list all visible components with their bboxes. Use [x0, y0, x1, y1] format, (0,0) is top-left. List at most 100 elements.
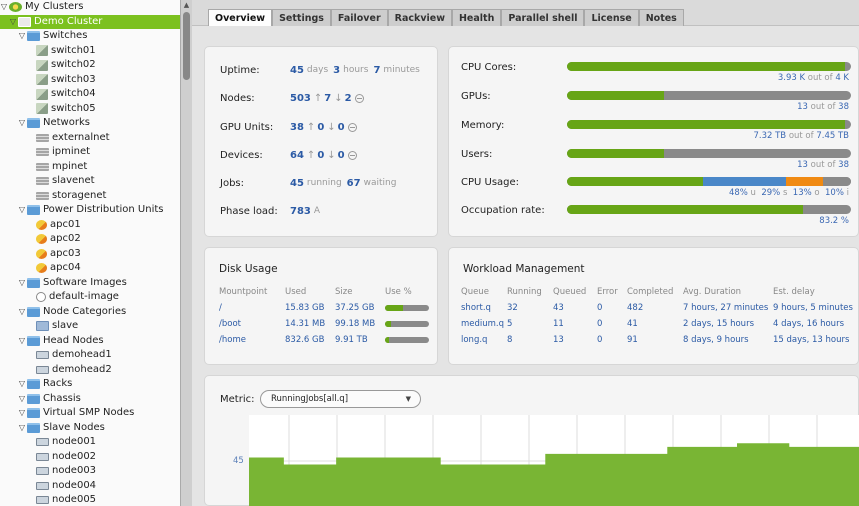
nodes-down[interactable]: 2: [345, 93, 352, 104]
tree-node-label: demohead2: [52, 363, 112, 375]
jobs-waiting[interactable]: 67: [347, 178, 361, 189]
expand-toggle-icon[interactable]: ▽: [18, 276, 26, 291]
table-row[interactable]: medium.q 5 11 0 41 2 days, 15 hours 4 days, 16…: [461, 316, 856, 332]
tree-node-slavenet[interactable]: ▽slavenet: [0, 174, 180, 189]
tree-node-demo-cluster[interactable]: ▽ Demo Cluster: [0, 14, 180, 30]
tree-node-switch05[interactable]: ▽switch05: [0, 102, 180, 117]
cpu-usage-label: CPU Usage:: [461, 177, 520, 188]
tree-node-apc04[interactable]: ▽apc04: [0, 261, 180, 276]
tree-node-switch04[interactable]: ▽switch04: [0, 87, 180, 102]
tree-node-switch01[interactable]: ▽switch01: [0, 44, 180, 59]
tree-node-virtual-smp-nodes[interactable]: ▽ Virtual SMP Nodes: [0, 406, 180, 421]
tab-health[interactable]: Health: [451, 9, 502, 26]
tree-node-switch03[interactable]: ▽switch03: [0, 73, 180, 88]
tree-node-my-clusters[interactable]: ▽ My Clusters: [0, 0, 180, 15]
tab-notes[interactable]: Notes: [638, 9, 684, 26]
expand-toggle-icon[interactable]: ▽: [18, 334, 26, 349]
up-arrow-icon: ↑: [313, 92, 323, 104]
tree-node-demohead2[interactable]: ▽demohead2: [0, 363, 180, 378]
tree-node-storagenet[interactable]: ▽storagenet: [0, 189, 180, 204]
tree-node-externalnet[interactable]: ▽externalnet: [0, 131, 180, 146]
scroll-thumb[interactable]: [183, 12, 190, 80]
tabs: Overview Settings Failover Rackview Health Pa…: [208, 9, 684, 26]
tree-node-apc03[interactable]: ▽apc03: [0, 247, 180, 262]
expand-toggle-icon[interactable]: ▽: [18, 29, 26, 44]
expand-toggle-icon[interactable]: ▽: [18, 377, 26, 392]
bar-fill: [567, 62, 846, 71]
table-row[interactable]: short.q 32 43 0 482 7 hours, 27 minutes 9 hour…: [461, 300, 856, 316]
tree-node-slave-nodes[interactable]: ▽ Slave Nodes: [0, 421, 180, 436]
table-row[interactable]: long.q 8 13 0 91 8 days, 9 hours 15 days, 13 h…: [461, 332, 856, 348]
cluster-tree[interactable]: ▽My Clusters▽Demo Cluster▽Switches▽switc…: [0, 0, 181, 506]
tab-parallel-shell[interactable]: Parallel shell: [501, 9, 585, 26]
tree-node-apc02[interactable]: ▽apc02: [0, 232, 180, 247]
scroll-up-icon[interactable]: ▲: [181, 0, 192, 10]
gpu-units-down[interactable]: 0: [338, 122, 345, 133]
tab-license[interactable]: License: [584, 9, 639, 26]
expand-toggle-icon[interactable]: ▽: [18, 305, 26, 320]
tree-node-power-distribution-units[interactable]: ▽ Power Distribution Units: [0, 203, 180, 218]
tree-node-demohead1[interactable]: ▽demohead1: [0, 348, 180, 363]
tree-node-head-nodes[interactable]: ▽ Head Nodes: [0, 334, 180, 349]
out-of-text: out of: [810, 160, 836, 170]
gpu-units-up[interactable]: 0: [317, 122, 324, 133]
tree-node-label: Networks: [43, 117, 90, 128]
disk-usage-cell: [385, 316, 429, 332]
nodes-up[interactable]: 7: [324, 93, 331, 104]
expand-toggle-icon[interactable]: ▽: [18, 406, 26, 421]
devices-total[interactable]: 64: [290, 150, 304, 161]
tab-failover[interactable]: Failover: [330, 9, 388, 26]
tree-node-chassis[interactable]: ▽ Chassis: [0, 392, 180, 407]
tree-node-label: Demo Cluster: [34, 15, 103, 27]
host-icon: [36, 481, 49, 490]
nodes-total[interactable]: 503: [290, 93, 311, 104]
expand-toggle-icon[interactable]: ▽: [18, 116, 26, 131]
tree-node-default-image[interactable]: ▽default-image: [0, 290, 180, 305]
expand-toggle-icon[interactable]: ▽: [18, 392, 26, 407]
gpu-units-total[interactable]: 38: [290, 122, 304, 133]
pdu-icon: [36, 263, 47, 274]
workload-cell: long.q: [461, 335, 488, 345]
workload-cell: 11: [553, 319, 564, 329]
tree-node-racks[interactable]: ▽ Racks: [0, 377, 180, 392]
tree-node-switch02[interactable]: ▽switch02: [0, 58, 180, 73]
tab-overview[interactable]: Overview: [208, 9, 273, 26]
tree-node-node001[interactable]: ▽node001: [0, 435, 180, 450]
tree-node-node-categories[interactable]: ▽ Node Categories: [0, 305, 180, 320]
expand-toggle-icon[interactable]: ▽: [18, 203, 26, 218]
tree-node-software-images[interactable]: ▽ Software Images: [0, 276, 180, 291]
jobs-running[interactable]: 45: [290, 178, 304, 189]
tree-node-node004[interactable]: ▽node004: [0, 479, 180, 494]
expand-toggle-icon[interactable]: ▽: [18, 421, 26, 436]
expand-toggle-icon[interactable]: ▽: [0, 0, 8, 15]
disk-used-cell: 15.83 GB: [285, 303, 325, 313]
metric-select[interactable]: RunningJobs[all.q] ▼: [260, 390, 421, 408]
cpu-idle-pct: 10%: [825, 188, 844, 198]
tree-scrollbar[interactable]: ▲: [180, 0, 192, 506]
tree-node-node005[interactable]: ▽node005: [0, 493, 180, 506]
tree-node-label: switch05: [51, 102, 96, 114]
folder-icon: [27, 118, 40, 129]
tree-node-apc01[interactable]: ▽apc01: [0, 218, 180, 233]
workload-column-header: Avg. Duration: [683, 287, 742, 297]
workload-cell: 7 hours, 27 minutes: [683, 303, 769, 313]
devices-up[interactable]: 0: [317, 150, 324, 161]
tree-node-slave[interactable]: ▽slave: [0, 319, 180, 334]
up-arrow-icon: ↑: [306, 121, 316, 133]
metric-label: Metric:: [220, 394, 255, 405]
tree-node-node003[interactable]: ▽node003: [0, 464, 180, 479]
expand-toggle-icon[interactable]: ▽: [9, 15, 17, 30]
workload-cell: 43: [553, 303, 564, 313]
down-arrow-icon: ↓: [327, 149, 336, 161]
workload-cell: 4 days, 16 hours: [773, 319, 844, 329]
tree-node-networks[interactable]: ▽ Networks: [0, 116, 180, 131]
net-icon: [36, 191, 49, 200]
tree-node-ipminet[interactable]: ▽ipminet: [0, 145, 180, 160]
tree-node-node002[interactable]: ▽node002: [0, 450, 180, 465]
tree-node-mpinet[interactable]: ▽mpinet: [0, 160, 180, 175]
tab-settings[interactable]: Settings: [272, 9, 331, 26]
tree-node-switches[interactable]: ▽ Switches: [0, 29, 180, 44]
tab-rackview[interactable]: Rackview: [387, 9, 452, 26]
devices-down[interactable]: 0: [338, 150, 345, 161]
devices-row: Devices: 64 ↑ 0 ↓ 0: [220, 148, 357, 162]
